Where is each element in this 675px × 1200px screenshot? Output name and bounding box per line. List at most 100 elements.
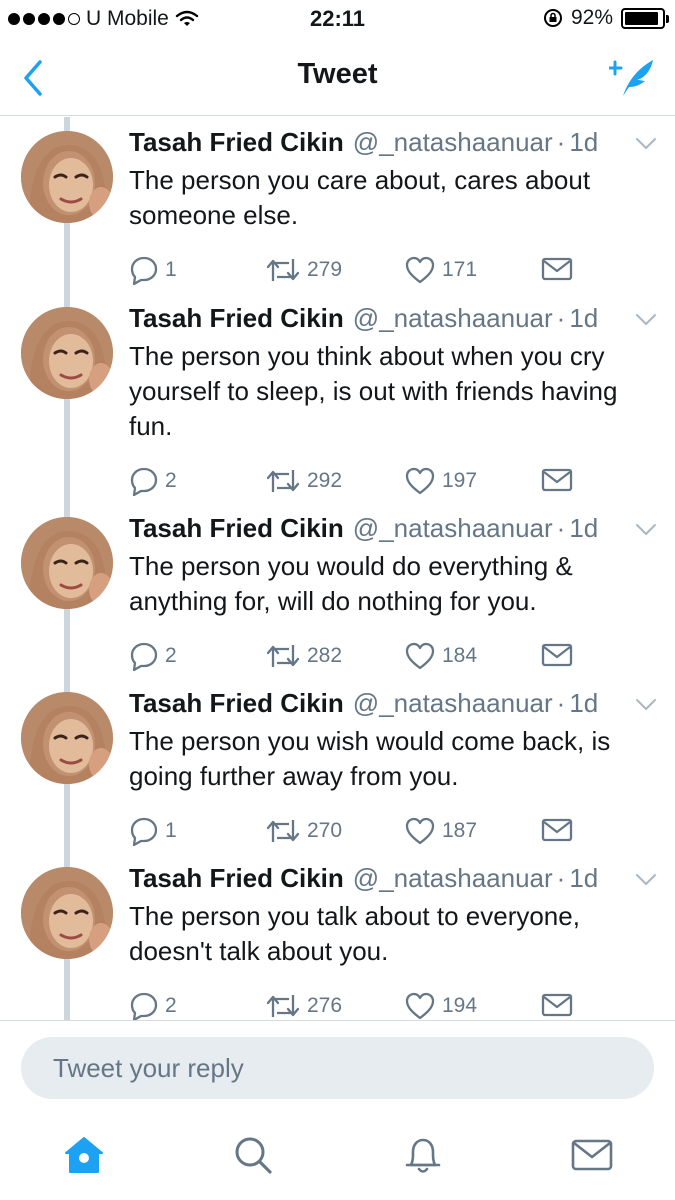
tweet[interactable]: Tasah Fried Cikin @_natashaanuar · 1d Th… [0,503,675,681]
search-icon [235,1137,272,1174]
author-name[interactable]: Tasah Fried Cikin [129,127,344,158]
tab-messages[interactable] [570,1133,614,1177]
author-handle[interactable]: @_natashaanuar [353,863,553,894]
reply-icon [130,817,158,846]
tweet-header: Tasah Fried Cikin @_natashaanuar · 1d [129,863,598,894]
tweet[interactable]: Tasah Fried Cikin @_natashaanuar · 1d Th… [0,293,675,506]
direct-message-button[interactable] [541,641,573,669]
avatar[interactable] [21,517,113,609]
tweet-options-button[interactable] [635,313,657,327]
like-count: 197 [442,469,478,492]
reply-bar [0,1020,675,1115]
tweet[interactable]: Tasah Fried Cikin @_natashaanuar · 1d Th… [0,678,675,856]
direct-message-button[interactable] [541,991,573,1019]
tweet-header: Tasah Fried Cikin @_natashaanuar · 1d [129,127,598,158]
like-icon [405,467,435,495]
tweet-actions: 1 279 171 [129,255,649,289]
tweet-timestamp: 1d [569,513,599,543]
tweet-header: Tasah Fried Cikin @_natashaanuar · 1d [129,303,598,334]
battery-percent: 92% [570,6,613,29]
direct-message-button[interactable] [541,255,573,283]
rotation-lock-icon [543,9,562,27]
chevron-down-icon [636,314,656,325]
reply-input[interactable] [21,1037,654,1099]
profile-photo [21,131,113,223]
tweet-text: The person you care about, cares about s… [129,165,591,230]
reply-button[interactable]: 1 [129,255,177,285]
tweet-text: The person you wish would come back, is … [129,726,611,791]
reply-button[interactable]: 2 [129,641,177,671]
retweet-icon [266,470,300,492]
reply-count: 1 [165,258,177,281]
reply-button[interactable]: 2 [129,991,177,1020]
like-button[interactable]: 184 [404,641,477,671]
like-count: 171 [442,258,478,281]
tweet[interactable]: Tasah Fried Cikin @_natashaanuar · 1d Th… [0,853,675,1020]
tweet-options-button[interactable] [635,873,657,887]
reply-button[interactable]: 2 [129,466,177,496]
tweet-actions: 2 292 197 [129,466,649,500]
separator: · [556,513,566,543]
author-handle[interactable]: @_natashaanuar [353,688,553,719]
separator: · [556,863,566,893]
tweet-actions: 2 276 194 [129,991,649,1020]
author-name[interactable]: Tasah Fried Cikin [129,863,344,894]
tweet-options-button[interactable] [635,523,657,537]
like-count: 184 [442,644,478,667]
status-right: 92% [543,6,669,30]
like-button[interactable]: 197 [404,466,477,496]
battery-icon [621,7,669,29]
profile-photo [21,517,113,609]
author-name[interactable]: Tasah Fried Cikin [129,513,344,544]
tweet-text: The person you think about when you cry … [129,341,618,441]
nav-bar: Tweet [0,40,675,116]
retweet-button[interactable]: 279 [265,255,342,285]
like-button[interactable]: 194 [404,991,477,1020]
reply-icon [130,256,158,285]
like-button[interactable]: 187 [404,816,477,846]
retweet-button[interactable]: 282 [265,641,342,671]
profile-photo [21,692,113,784]
like-icon [405,642,435,670]
avatar[interactable] [21,307,113,399]
avatar[interactable] [21,692,113,784]
retweet-button[interactable]: 270 [265,816,342,846]
author-handle[interactable]: @_natashaanuar [353,513,553,544]
retweet-button[interactable]: 292 [265,466,342,496]
author-handle[interactable]: @_natashaanuar [353,303,553,334]
author-handle[interactable]: @_natashaanuar [353,127,553,158]
reply-count: 2 [165,469,177,492]
author-name[interactable]: Tasah Fried Cikin [129,688,344,719]
tweet-options-button[interactable] [635,137,657,151]
reply-button[interactable]: 1 [129,816,177,846]
tweet-header: Tasah Fried Cikin @_natashaanuar · 1d [129,513,598,544]
direct-message-button[interactable] [541,466,573,494]
tweet-actions: 2 282 184 [129,641,649,675]
retweet-button[interactable]: 276 [265,991,342,1020]
compose-tweet-button[interactable] [607,54,655,100]
reply-count: 2 [165,644,177,667]
tweet-text: The person you would do everything & any… [129,551,573,616]
like-button[interactable]: 171 [404,255,477,285]
chevron-down-icon [636,138,656,149]
retweet-icon [266,995,300,1017]
avatar[interactable] [21,131,113,223]
tab-search[interactable] [231,1133,275,1177]
tweet-options-button[interactable] [635,698,657,712]
avatar[interactable] [21,867,113,959]
tab-notifications[interactable] [401,1133,445,1177]
retweet-icon [266,645,300,667]
chevron-down-icon [636,874,656,885]
author-name[interactable]: Tasah Fried Cikin [129,303,344,334]
direct-message-button[interactable] [541,816,573,844]
like-count: 194 [442,994,478,1017]
tweet[interactable]: Tasah Fried Cikin @_natashaanuar · 1d Th… [0,117,675,295]
tweet-timestamp: 1d [569,688,599,718]
separator: · [556,127,566,157]
tweet-thread: Tasah Fried Cikin @_natashaanuar · 1d Th… [0,117,675,1020]
separator: · [556,688,566,718]
separator: · [556,303,566,333]
like-icon [405,817,435,845]
tab-home[interactable] [62,1133,106,1177]
direct-message-icon [541,818,573,842]
